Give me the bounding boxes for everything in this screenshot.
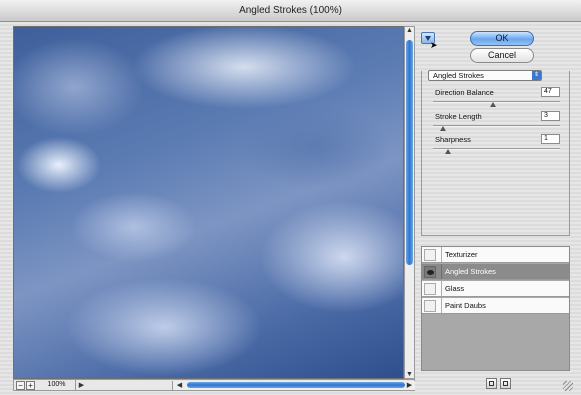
sharpness-label: Sharpness: [435, 135, 471, 144]
sharpness-knob[interactable]: [445, 149, 452, 154]
preview-horizontal-scrollbar[interactable]: ◀ ▶: [172, 381, 415, 390]
ok-button[interactable]: OK: [470, 31, 534, 46]
layer-name: Glass: [441, 281, 568, 296]
horizontal-scroll-thumb[interactable]: [187, 382, 405, 388]
scroll-left-icon[interactable]: ◀: [175, 381, 184, 389]
delete-effect-layer-button[interactable]: [500, 378, 511, 389]
preview-vertical-scrollbar[interactable]: ▲ ▼: [404, 26, 415, 379]
new-effect-layer-button[interactable]: [486, 378, 497, 389]
direction-balance-label: Direction Balance: [435, 88, 494, 97]
filter-select[interactable]: Angled Strokes ⇕: [428, 70, 542, 81]
stroke-length-label: Stroke Length: [435, 112, 482, 121]
zoom-menu-icon[interactable]: ▶: [77, 381, 86, 389]
stroke-length-slider[interactable]: [433, 125, 560, 131]
visibility-toggle[interactable]: [424, 249, 436, 261]
visibility-toggle[interactable]: [424, 266, 436, 278]
zoom-level: 100%: [38, 380, 76, 390]
scroll-down-icon[interactable]: ▼: [405, 371, 414, 378]
direction-balance-input[interactable]: 47: [541, 87, 560, 97]
layer-row-texturizer[interactable]: Texturizer: [422, 247, 569, 263]
sharpness-input[interactable]: 1: [541, 134, 560, 144]
layer-name: Angled Strokes: [441, 264, 568, 279]
stroke-length-knob[interactable]: [440, 126, 447, 131]
stroke-length-input[interactable]: 3: [541, 111, 560, 121]
resize-grip-icon[interactable]: [563, 381, 573, 391]
visibility-toggle[interactable]: [424, 300, 436, 312]
layer-row-angled-strokes[interactable]: Angled Strokes: [422, 264, 569, 280]
sharpness-slider[interactable]: [433, 148, 560, 154]
eye-icon: [427, 270, 434, 275]
direction-balance-knob[interactable]: [489, 102, 496, 107]
filter-select-value: Angled Strokes: [433, 71, 484, 80]
preview-statusbar: − + 100% ▶ ◀ ▶: [13, 379, 415, 391]
layer-name: Paint Daubs: [441, 298, 568, 313]
layer-name: Texturizer: [441, 247, 568, 262]
scroll-up-icon[interactable]: ▲: [405, 27, 414, 34]
trash-icon: [503, 381, 508, 386]
layer-row-paint-daubs[interactable]: Paint Daubs: [422, 298, 569, 314]
preview-image[interactable]: [13, 26, 404, 379]
direction-balance-slider[interactable]: [433, 101, 560, 107]
layer-row-glass[interactable]: Glass: [422, 281, 569, 297]
new-layer-icon: [489, 381, 494, 386]
pointer-cursor-icon: ➤: [430, 40, 438, 50]
zoom-out-button[interactable]: −: [16, 381, 25, 390]
scroll-right-icon[interactable]: ▶: [405, 381, 414, 389]
window-title: Angled Strokes (100%): [0, 0, 581, 22]
visibility-toggle[interactable]: [424, 283, 436, 295]
vertical-scroll-thumb[interactable]: [406, 40, 413, 265]
effect-layers-list: Texturizer Angled Strokes Glass Paint Da…: [421, 246, 570, 371]
zoom-in-button[interactable]: +: [26, 381, 35, 390]
select-stepper-icon: ⇕: [532, 71, 541, 80]
cancel-button[interactable]: Cancel: [470, 48, 534, 63]
